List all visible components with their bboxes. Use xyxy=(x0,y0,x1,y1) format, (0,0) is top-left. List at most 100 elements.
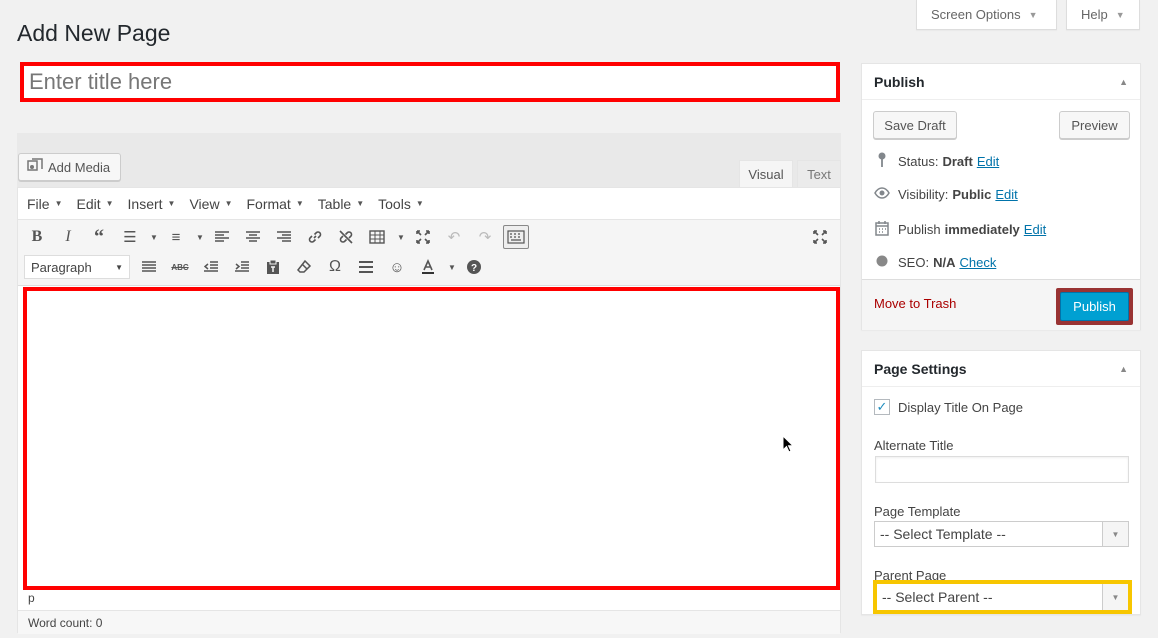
menu-edit[interactable]: Edit ▼ xyxy=(76,196,113,212)
chevron-down-icon[interactable]: ▼ xyxy=(194,225,206,249)
word-count-label: Word count: 0 xyxy=(28,615,103,630)
toolbar-toggle-icon[interactable] xyxy=(503,225,529,249)
menu-insert[interactable]: Insert ▼ xyxy=(128,196,176,212)
emoticons-icon[interactable]: ☺ xyxy=(384,255,410,279)
checkmark-icon: ✓ xyxy=(876,399,888,414)
fullscreen-icon[interactable] xyxy=(808,225,832,249)
outdent-icon[interactable] xyxy=(198,255,224,279)
caret-down-icon: ▼ xyxy=(1115,9,1125,20)
edit-visibility-link[interactable]: Edit xyxy=(995,187,1017,202)
mouse-cursor-icon xyxy=(782,435,794,453)
alternate-title-input[interactable] xyxy=(875,456,1129,483)
chevron-down-icon: ▼ xyxy=(415,199,424,208)
tab-text[interactable]: Text xyxy=(797,160,841,188)
publish-label: Publish xyxy=(898,222,941,237)
distraction-free-icon[interactable] xyxy=(410,225,436,249)
publish-box-header[interactable]: Publish ▲ xyxy=(862,64,1140,100)
paste-text-icon[interactable] xyxy=(260,255,286,279)
text-color-icon[interactable] xyxy=(415,255,441,279)
toolbar-row-1: B I “ ☰ ▼ ≡ ▼ ▼ ↶ ↷ xyxy=(24,224,534,250)
table-icon[interactable] xyxy=(364,225,390,249)
status-value: Draft xyxy=(942,154,973,169)
align-right-icon[interactable] xyxy=(271,225,297,249)
visibility-label: Visibility: xyxy=(898,186,949,202)
pin-icon xyxy=(874,152,890,171)
page-title: Add New Page xyxy=(17,20,171,46)
format-select-value: Paragraph xyxy=(31,259,92,275)
strikethrough-icon[interactable]: ABC xyxy=(167,255,193,279)
save-draft-button[interactable]: Save Draft xyxy=(873,111,957,139)
clear-formatting-icon[interactable] xyxy=(291,255,317,279)
tab-visual[interactable]: Visual xyxy=(739,160,793,188)
bullet-list-icon[interactable]: ☰ xyxy=(117,225,143,249)
special-character-icon[interactable]: Ω xyxy=(322,255,348,279)
undo-icon[interactable]: ↶ xyxy=(441,225,467,249)
format-select[interactable]: Paragraph ▼ xyxy=(24,255,130,279)
justify-icon[interactable] xyxy=(136,255,162,279)
eye-icon xyxy=(874,186,890,202)
display-title-checkbox[interactable]: ✓ xyxy=(874,399,890,415)
add-media-button[interactable]: Add Media xyxy=(18,153,121,181)
preview-button[interactable]: Preview xyxy=(1059,111,1130,139)
help-button[interactable]: Help ▼ xyxy=(1066,0,1140,30)
status-row: Status: Draft Edit xyxy=(874,152,999,171)
menu-tools[interactable]: Tools ▼ xyxy=(378,196,424,212)
indent-icon[interactable] xyxy=(229,255,255,279)
visibility-value: Public xyxy=(952,186,992,202)
page-settings-header[interactable]: Page Settings ▲ xyxy=(862,351,1140,387)
publish-box-title: Publish xyxy=(874,73,925,90)
screen-options-button[interactable]: Screen Options ▼ xyxy=(916,0,1057,30)
edit-status-link[interactable]: Edit xyxy=(977,154,999,169)
align-center-icon[interactable] xyxy=(240,225,266,249)
horizontal-line-icon[interactable] xyxy=(353,255,379,279)
word-count: Word count: 0 xyxy=(18,610,840,634)
seo-status-icon xyxy=(874,254,890,270)
edit-schedule-link[interactable]: Edit xyxy=(1024,222,1046,237)
move-to-trash-link[interactable]: Move to Trash xyxy=(874,296,956,311)
svg-text:?: ? xyxy=(471,263,477,274)
numbered-list-icon[interactable]: ≡ xyxy=(163,225,189,249)
menu-format[interactable]: Format ▼ xyxy=(246,196,303,212)
editor-content-area[interactable] xyxy=(23,287,840,590)
align-left-icon[interactable] xyxy=(209,225,235,249)
chevron-down-icon: ▼ xyxy=(1102,584,1128,610)
seo-row: SEO: N/A Check xyxy=(874,254,996,270)
seo-check-link[interactable]: Check xyxy=(959,255,996,270)
bold-icon[interactable]: B xyxy=(24,225,50,249)
parent-page-select[interactable]: -- Select Parent -- ▼ xyxy=(877,584,1128,610)
seo-label: SEO: xyxy=(898,254,930,270)
visibility-row: Visibility: Public Edit xyxy=(874,186,1018,202)
help-icon[interactable]: ? xyxy=(461,255,487,279)
chevron-down-icon[interactable]: ▼ xyxy=(446,255,458,279)
schedule-row: Publish immediately Edit xyxy=(874,220,1046,239)
italic-icon[interactable]: I xyxy=(55,225,81,249)
alternate-title-label: Alternate Title xyxy=(874,438,954,453)
collapse-arrow-icon[interactable]: ▲ xyxy=(1119,77,1128,87)
calendar-icon xyxy=(874,220,890,239)
publish-button-highlight: Publish xyxy=(1056,288,1133,325)
chevron-down-icon[interactable]: ▼ xyxy=(148,225,160,249)
unlink-icon[interactable] xyxy=(333,225,359,249)
menu-table[interactable]: Table ▼ xyxy=(318,196,364,212)
collapse-arrow-icon[interactable]: ▲ xyxy=(1119,364,1128,374)
redo-icon[interactable]: ↷ xyxy=(472,225,498,249)
publish-button[interactable]: Publish xyxy=(1060,292,1129,321)
screen-options-label: Screen Options xyxy=(931,7,1021,22)
chevron-down-icon: ▼ xyxy=(167,199,176,208)
editor-path: p xyxy=(28,591,35,605)
menu-edit-label: Edit xyxy=(76,195,101,212)
blockquote-icon[interactable]: “ xyxy=(86,225,112,249)
chevron-down-icon: ▼ xyxy=(356,199,365,208)
add-media-label: Add Media xyxy=(48,159,111,175)
caret-down-icon: ▼ xyxy=(1028,9,1038,20)
page-template-select[interactable]: -- Select Template -- ▼ xyxy=(874,521,1129,547)
chevron-down-icon[interactable]: ▼ xyxy=(395,225,407,249)
chevron-down-icon: ▼ xyxy=(105,199,114,208)
title-input[interactable] xyxy=(24,66,836,98)
title-field-highlight xyxy=(20,62,840,102)
menu-file-label: File xyxy=(27,195,50,212)
link-icon[interactable] xyxy=(302,225,328,249)
menu-view[interactable]: View ▼ xyxy=(189,196,232,212)
help-label: Help xyxy=(1081,7,1108,22)
menu-file[interactable]: File ▼ xyxy=(27,196,62,212)
